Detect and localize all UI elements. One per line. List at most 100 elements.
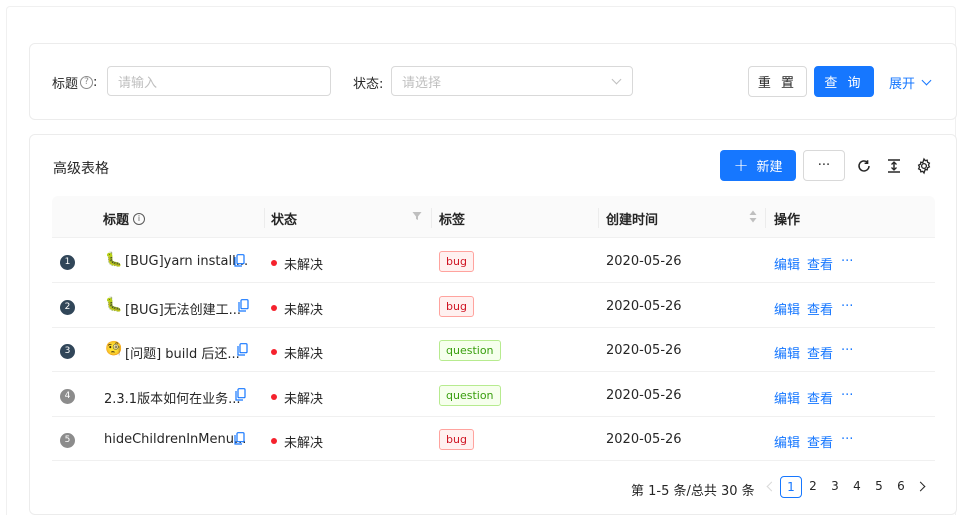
row-more-button[interactable]: ··· [841, 388, 853, 403]
search-form: 标题 ? : 请输入 状态: 请选择 重 置 查 询 展开 [29, 43, 957, 120]
copy-icon[interactable] [237, 343, 248, 356]
row-title: 2.3.1版本如何在业务... [104, 392, 241, 407]
new-button-label: 新建 [756, 160, 783, 175]
table-title: 高级表格 [53, 161, 109, 177]
row-index-badge: 1 [60, 255, 75, 270]
row-created-at: 2020-05-26 [606, 254, 682, 269]
copy-icon[interactable] [238, 299, 249, 312]
edit-link[interactable]: 编辑 [774, 299, 800, 318]
row-more-button[interactable]: ··· [841, 299, 853, 314]
status-field-label: 状态: [353, 77, 384, 92]
query-button[interactable]: 查 询 [814, 66, 874, 97]
page-2[interactable]: 2 [803, 476, 823, 498]
expand-toggle[interactable]: 展开 [889, 73, 932, 92]
table-row: 5 hideChildrenInMenu... 未解决 bug 2020-05-… [52, 417, 935, 461]
title-input[interactable]: 请输入 [107, 66, 331, 96]
page-3[interactable]: 3 [825, 476, 845, 498]
column-height-icon[interactable] [885, 157, 903, 175]
chevron-right-icon[interactable] [915, 481, 926, 492]
row-created-at: 2020-05-26 [606, 432, 682, 447]
view-link[interactable]: 查看 [807, 343, 833, 362]
row-more-button[interactable]: ··· [841, 343, 853, 358]
col-title-label: 标题 [103, 213, 130, 228]
row-status: 未解决 [284, 392, 324, 407]
column-divider [431, 208, 432, 228]
status-dot [271, 349, 277, 355]
row-created-at: 2020-05-26 [606, 388, 682, 403]
edit-link[interactable]: 编辑 [774, 254, 800, 273]
label-tag: bug [439, 296, 474, 317]
bug-emoji-icon: 🐛 [105, 297, 123, 313]
status-dot [271, 260, 277, 266]
row-created-at: 2020-05-26 [606, 299, 682, 314]
row-created-at: 2020-05-26 [606, 343, 682, 358]
status-select-placeholder: 请选择 [402, 75, 442, 91]
expand-label: 展开 [889, 77, 916, 92]
page-1[interactable]: 1 [780, 476, 802, 498]
col-actions-header: 操作 [774, 213, 801, 228]
label-tag: bug [439, 251, 474, 272]
table-card: 高级表格 + 新建 ··· 标题 i 状态 标签 创建时间 操作 1 🐛 [BU… [29, 134, 957, 515]
table-row: 3 🧐 [问题] build 后还... 未解决 question 2020-0… [52, 328, 935, 372]
row-index-badge: 4 [60, 389, 75, 404]
monocle-face-emoji-icon: 🧐 [105, 341, 123, 357]
page-5[interactable]: 5 [869, 476, 889, 498]
col-created-header[interactable]: 创建时间 [606, 209, 658, 228]
page-6[interactable]: 6 [891, 476, 911, 498]
row-index-badge: 3 [60, 344, 75, 359]
view-link[interactable]: 查看 [807, 432, 833, 451]
info-circle-icon[interactable]: i [133, 212, 146, 225]
view-link[interactable]: 查看 [807, 254, 833, 273]
table-row: 1 🐛 [BUG]yarn install... 未解决 bug 2020-05… [52, 239, 935, 283]
edit-link[interactable]: 编辑 [774, 343, 800, 362]
title-input-placeholder: 请输入 [118, 75, 158, 91]
row-more-button[interactable]: ··· [841, 254, 853, 269]
row-index-badge: 5 [60, 433, 75, 448]
copy-icon[interactable] [234, 432, 245, 445]
table-row: 4 2.3.1版本如何在业务... 未解决 question 2020-05-2… [52, 373, 935, 417]
column-divider [765, 208, 766, 228]
status-dot [271, 438, 277, 444]
table-header: 标题 i 状态 标签 创建时间 操作 [52, 196, 935, 238]
edit-link[interactable]: 编辑 [774, 388, 800, 407]
new-button[interactable]: + 新建 [720, 150, 796, 181]
reset-button[interactable]: 重 置 [748, 66, 807, 97]
row-status: 未解决 [284, 303, 324, 318]
col-title-header: 标题 i [103, 209, 146, 228]
chevron-down-icon [921, 75, 932, 86]
label-tag: bug [439, 429, 474, 450]
sort-icon[interactable] [749, 210, 757, 223]
page-4[interactable]: 4 [847, 476, 867, 498]
question-circle-icon[interactable]: ? [80, 76, 94, 89]
row-status: 未解决 [284, 436, 324, 451]
row-title: [问题] build 后还... [125, 347, 240, 362]
setting-icon[interactable] [915, 157, 933, 175]
row-status: 未解决 [284, 347, 324, 362]
row-title: [BUG]无法创建工... [125, 303, 242, 318]
copy-icon[interactable] [235, 388, 246, 401]
row-more-button[interactable]: ··· [841, 432, 853, 447]
row-index-badge: 2 [60, 300, 75, 315]
col-status-header: 状态 [271, 213, 298, 228]
column-divider [264, 208, 265, 228]
bug-emoji-icon: 🐛 [105, 252, 123, 268]
status-dot [271, 305, 277, 311]
pagination-total: 第 1-5 条/总共 30 条 [631, 484, 755, 499]
chevron-down-icon [611, 74, 622, 85]
column-divider [598, 208, 599, 228]
view-link[interactable]: 查看 [807, 388, 833, 407]
copy-icon[interactable] [234, 254, 245, 267]
more-button[interactable]: ··· [803, 150, 845, 181]
table-row: 2 🐛 [BUG]无法创建工... 未解决 bug 2020-05-26 编辑 … [52, 284, 935, 328]
view-link[interactable]: 查看 [807, 299, 833, 318]
label-tag: question [439, 340, 501, 361]
plus-icon: + [733, 154, 749, 176]
title-label-text: 标题 [52, 77, 79, 92]
edit-link[interactable]: 编辑 [774, 432, 800, 451]
row-status: 未解决 [284, 258, 324, 273]
chevron-left-icon[interactable] [766, 481, 777, 492]
title-field-label: 标题 ? : [52, 73, 97, 92]
reload-icon[interactable] [855, 157, 873, 175]
status-select[interactable]: 请选择 [391, 66, 633, 96]
filter-icon[interactable] [412, 211, 422, 221]
